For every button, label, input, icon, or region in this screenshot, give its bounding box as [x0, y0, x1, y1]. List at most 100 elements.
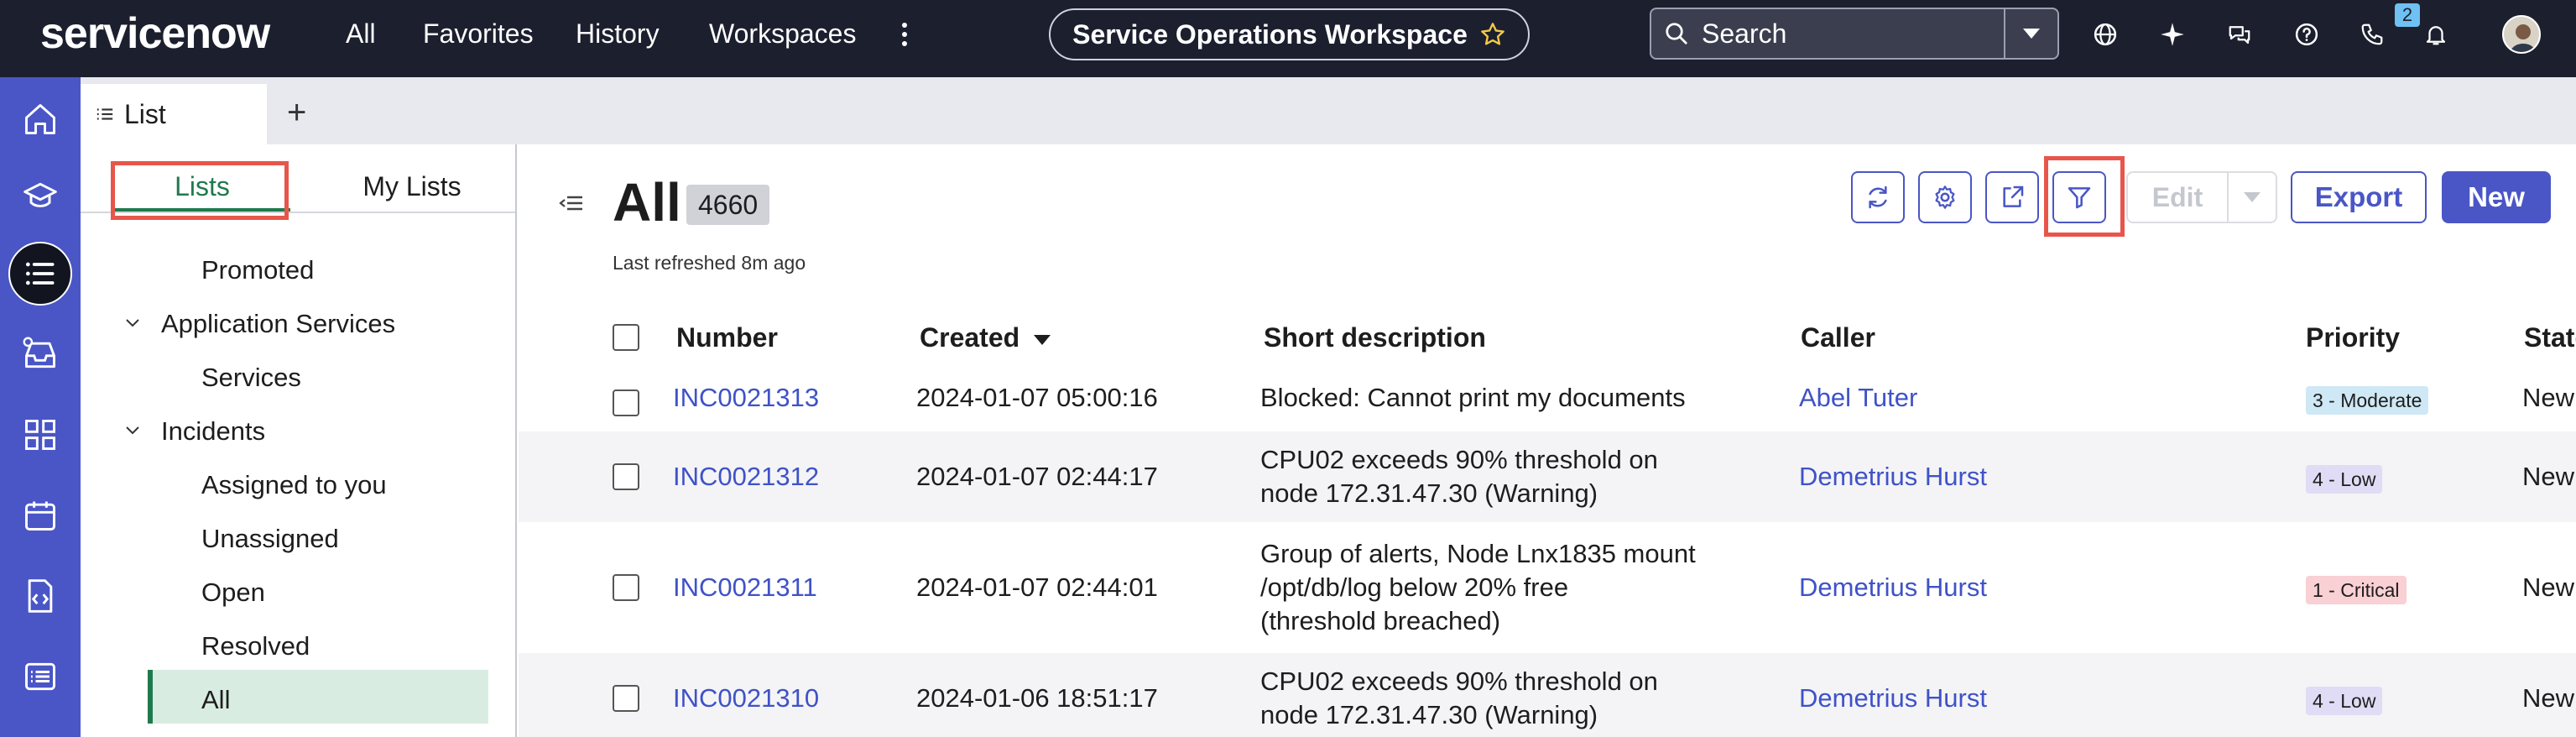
help-icon[interactable] [2291, 18, 2323, 50]
row-checkbox[interactable] [613, 463, 639, 490]
home-icon[interactable] [17, 96, 64, 143]
nav-favorites[interactable]: Favorites [423, 18, 534, 49]
caller-link[interactable]: Demetrius Hurst [1799, 460, 1987, 494]
user-avatar[interactable] [2502, 15, 2541, 54]
caller-link[interactable]: Demetrius Hurst [1799, 682, 1987, 715]
calendar-icon[interactable] [17, 492, 64, 539]
state-cell: New [2522, 572, 2575, 602]
column-header-caller[interactable]: Caller [1801, 321, 1875, 354]
incident-number-link[interactable]: INC0021312 [673, 460, 819, 494]
favorite-star-icon[interactable] [1479, 21, 1506, 48]
new-button[interactable]: New [2442, 171, 2551, 223]
table-row[interactable]: INC0021312 2024-01-07 02:44:17 CPU02 exc… [519, 431, 2576, 522]
refresh-icon [1869, 186, 1887, 209]
list-document-icon[interactable] [17, 653, 64, 700]
gear-icon [1935, 186, 1955, 209]
add-tab-icon[interactable]: + [287, 96, 306, 129]
incident-number-link[interactable]: INC0021311 [673, 571, 817, 604]
search-label: Search [1702, 18, 1787, 49]
edit-dropdown-button[interactable] [2227, 171, 2277, 223]
code-file-icon[interactable] [17, 572, 64, 619]
column-header-state[interactable]: State [2524, 321, 2576, 354]
tree-item-open[interactable]: Open [201, 576, 265, 609]
chevron-down-icon [2023, 29, 2040, 39]
bell-icon[interactable] [2420, 18, 2452, 50]
row-checkbox[interactable] [613, 389, 639, 416]
tab-list[interactable]: List [81, 84, 267, 144]
chevron-down-icon [2244, 192, 2261, 202]
state-cell: New [2522, 683, 2575, 713]
tree-item-all[interactable]: All [201, 683, 230, 717]
more-menu-icon[interactable] [896, 20, 913, 49]
tree-item-resolved[interactable]: Resolved [201, 630, 310, 663]
column-header-short-description[interactable]: Short description [1264, 321, 1486, 354]
incident-number-link[interactable]: INC0021310 [673, 682, 819, 715]
record-count-badge: 4660 [686, 185, 770, 225]
column-header-created[interactable]: Created [920, 321, 1051, 354]
description-cell: (threshold breached) [1260, 606, 1501, 635]
priority-badge: 4 - Low [2306, 687, 2383, 715]
selected-item-bg [148, 670, 488, 724]
global-search[interactable]: Search [1650, 8, 2059, 60]
last-refreshed-text: Last refreshed 8m ago [613, 252, 806, 274]
tab-my-lists[interactable]: My Lists [332, 161, 492, 212]
inbox-icon[interactable] [17, 331, 64, 378]
table-row[interactable]: INC0021310 2024-01-06 18:51:17 CPU02 exc… [519, 653, 2576, 737]
row-checkbox[interactable] [613, 574, 639, 601]
caller-link[interactable]: Demetrius Hurst [1799, 571, 1987, 604]
share-icon [2003, 186, 2024, 207]
tree-item-unassigned[interactable]: Unassigned [201, 522, 339, 556]
tree-item-assigned-to-you[interactable]: Assigned to you [201, 468, 387, 502]
nav-history[interactable]: History [576, 18, 660, 49]
chevron-down-icon[interactable] [124, 314, 141, 331]
column-header-label: Created [920, 322, 1020, 353]
tree-group-incidents[interactable]: Incidents [161, 415, 265, 448]
chat-icon[interactable] [2224, 18, 2255, 50]
created-cell: 2024-01-07 02:44:01 [916, 572, 1158, 602]
created-cell: 2024-01-07 05:00:16 [916, 383, 1158, 412]
tree-item-promoted[interactable]: Promoted [201, 254, 314, 287]
edit-button[interactable]: Edit [2126, 171, 2227, 223]
share-button[interactable] [1985, 171, 2039, 223]
tree-item-services[interactable]: Services [201, 361, 301, 395]
highlight-box-filter [2044, 156, 2125, 237]
description-cell: /opt/db/log below 20% free [1260, 572, 1569, 602]
servicenow-logo[interactable]: servicenow [40, 12, 270, 55]
page-title: All [613, 172, 681, 233]
list-icon[interactable] [8, 242, 72, 306]
graduation-cap-icon[interactable] [17, 173, 64, 220]
table-row[interactable]: INC0021313 2024-01-07 05:00:16 Blocked: … [519, 373, 2576, 431]
state-cell: New [2522, 462, 2575, 491]
nav-workspaces[interactable]: Workspaces [709, 18, 856, 49]
grid-icon[interactable] [17, 411, 64, 458]
search-scope-dropdown[interactable] [2004, 9, 2057, 58]
column-header-number[interactable]: Number [676, 321, 778, 354]
column-header-priority[interactable]: Priority [2306, 321, 2400, 354]
nav-all[interactable]: All [346, 18, 376, 49]
export-button[interactable]: Export [2291, 171, 2427, 223]
globe-icon[interactable] [2089, 18, 2121, 50]
collapse-panel-icon[interactable] [559, 195, 584, 212]
highlight-box-lists [111, 161, 289, 220]
tab-label: List [124, 98, 166, 129]
description-cell: Group of alerts, Node Lnx1835 mount [1260, 539, 1696, 568]
priority-badge: 1 - Critical [2306, 576, 2407, 604]
refresh-button[interactable] [1851, 171, 1905, 223]
description-cell: CPU02 exceeds 90% threshold on [1260, 445, 1658, 474]
table-row[interactable]: INC0021311 2024-01-07 02:44:01 Group of … [519, 522, 2576, 653]
caller-link[interactable]: Abel Tuter [1799, 381, 1917, 415]
description-cell: node 172.31.47.30 (Warning) [1260, 478, 1598, 508]
list-view: All 4660 Last refreshed 8m ago Edit Expo… [519, 144, 2576, 737]
workspace-selector[interactable]: Service Operations Workspace [1049, 8, 1530, 60]
app-rail [0, 77, 81, 737]
notification-badge: 2 [2395, 3, 2420, 27]
settings-button[interactable] [1918, 171, 1972, 223]
phone-icon[interactable] [2356, 18, 2388, 50]
description-cell: node 172.31.47.30 (Warning) [1260, 700, 1598, 729]
incident-number-link[interactable]: INC0021313 [673, 381, 819, 415]
row-checkbox[interactable] [613, 685, 639, 712]
select-all-checkbox[interactable] [613, 324, 639, 351]
chevron-down-icon[interactable] [124, 421, 141, 438]
sparkle-icon[interactable] [2156, 18, 2188, 50]
tree-group-application-services[interactable]: Application Services [161, 307, 395, 341]
